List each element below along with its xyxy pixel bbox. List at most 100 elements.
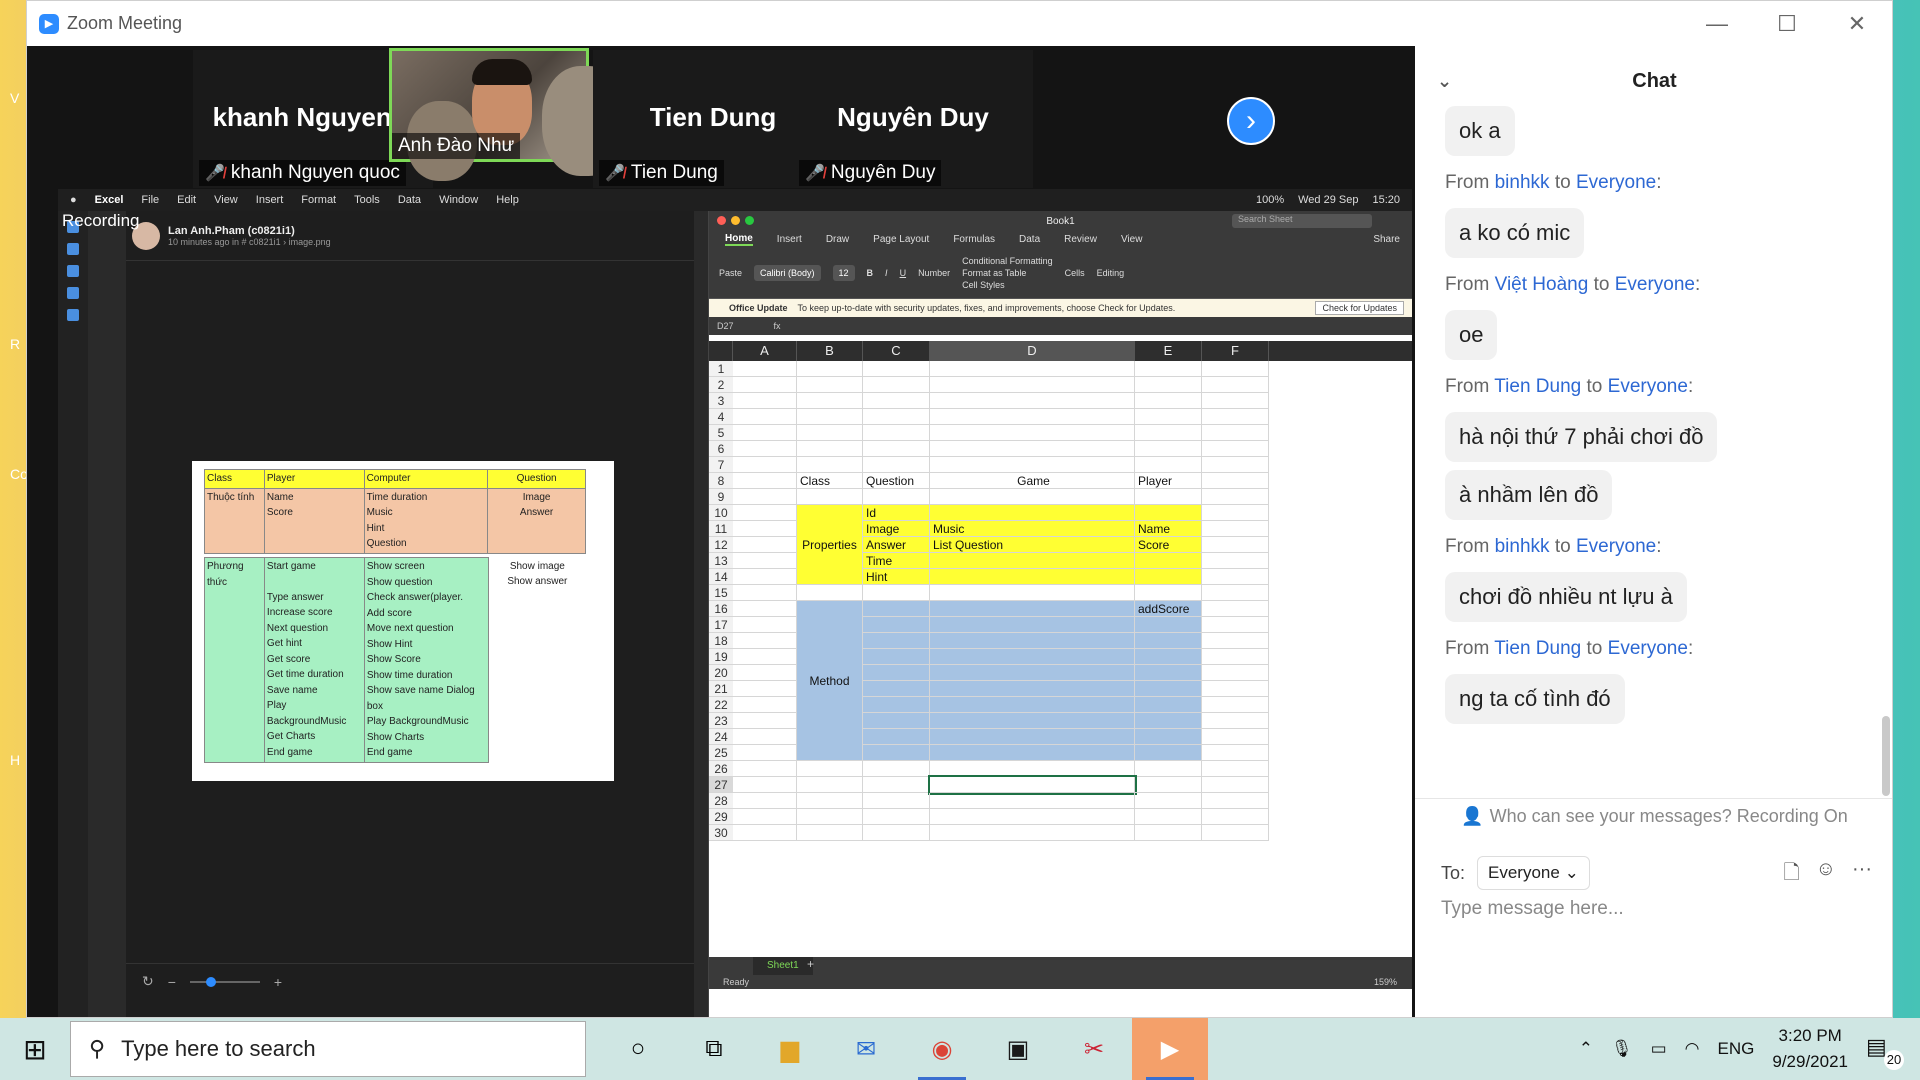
number-format-button[interactable]: Number	[918, 268, 950, 278]
font-size-select[interactable]: 12	[832, 264, 855, 281]
grid-cell[interactable]	[930, 665, 1135, 681]
grid-cell[interactable]: Score	[1135, 537, 1202, 553]
grid-cell[interactable]	[1135, 377, 1202, 393]
grid-cell[interactable]	[797, 457, 863, 473]
grid-cell[interactable]	[1202, 697, 1269, 713]
grid-cell[interactable]	[930, 489, 1135, 505]
tab-formulas[interactable]: Formulas	[953, 234, 995, 245]
cell-styles-button[interactable]: Cell Styles	[962, 280, 1053, 290]
grid-cell[interactable]	[1202, 521, 1269, 537]
grid-cell[interactable]	[930, 505, 1135, 521]
grid-cell[interactable]	[863, 793, 930, 809]
close-button[interactable]: ✕	[1822, 1, 1892, 46]
row-header[interactable]: 12	[709, 537, 733, 553]
grid-cell[interactable]	[863, 665, 930, 681]
grid-cell[interactable]	[930, 697, 1135, 713]
row-header[interactable]: 10	[709, 505, 733, 521]
zoom-slider[interactable]	[189, 976, 260, 987]
grid-cell[interactable]	[797, 585, 863, 601]
grid-cell[interactable]	[863, 777, 930, 793]
grid-cell[interactable]	[863, 377, 930, 393]
grid-cell[interactable]	[863, 617, 930, 633]
grid-cell[interactable]	[1202, 745, 1269, 761]
rotate-icon[interactable]: ↻	[142, 973, 154, 990]
tab-home[interactable]: Home	[725, 233, 753, 246]
grid-cell[interactable]	[1202, 489, 1269, 505]
add-sheet-button[interactable]: +	[807, 957, 814, 971]
file-icon[interactable]: 🗋	[1784, 858, 1800, 892]
row-header[interactable]: 11	[709, 521, 733, 537]
grid-cell[interactable]	[733, 473, 797, 489]
grid-cell[interactable]	[797, 825, 863, 841]
grid-cell[interactable]	[930, 809, 1135, 825]
tab-review[interactable]: Review	[1064, 234, 1097, 245]
grid-cell[interactable]	[1202, 409, 1269, 425]
grid-cell[interactable]	[863, 489, 930, 505]
grid-cell[interactable]	[1135, 681, 1202, 697]
recipient-name[interactable]: Everyone	[1576, 536, 1656, 557]
grid-cell[interactable]	[1135, 553, 1202, 569]
grid-cell[interactable]	[1135, 489, 1202, 505]
grid-cell[interactable]	[733, 393, 797, 409]
row-header[interactable]: 24	[709, 729, 733, 745]
grid-cell[interactable]	[733, 457, 797, 473]
column-header[interactable]: A	[733, 341, 797, 361]
grid-cell[interactable]	[733, 809, 797, 825]
grid-cell[interactable]	[733, 537, 797, 553]
recipient-name[interactable]: Everyone	[1615, 274, 1695, 295]
row-header[interactable]: 1	[709, 361, 733, 377]
close-dot-icon[interactable]	[717, 216, 726, 225]
grid-cell[interactable]	[733, 553, 797, 569]
grid-cell[interactable]	[733, 425, 797, 441]
grid-cell[interactable]	[1135, 633, 1202, 649]
grid-cell[interactable]	[733, 361, 797, 377]
select-all-corner[interactable]	[709, 341, 733, 361]
notification-icon[interactable]: ▤ 20	[1866, 1034, 1904, 1070]
grid-cell[interactable]	[863, 681, 930, 697]
grid-cell[interactable]	[863, 441, 930, 457]
recipient-name[interactable]: Everyone	[1576, 172, 1656, 193]
wifi-icon[interactable]: ◠	[1685, 1039, 1700, 1059]
grid-cell[interactable]	[1202, 425, 1269, 441]
column-header[interactable]: E	[1135, 341, 1202, 361]
recipient-name[interactable]: Everyone	[1608, 638, 1688, 659]
row-header[interactable]: 16	[709, 601, 733, 617]
grid-cell[interactable]	[930, 441, 1135, 457]
grid-cell[interactable]	[863, 425, 930, 441]
grid-cell[interactable]	[733, 745, 797, 761]
grid-cell[interactable]	[1202, 585, 1269, 601]
zoom-dot-icon[interactable]	[745, 216, 754, 225]
zoom-in-button[interactable]: +	[274, 974, 282, 990]
row-header[interactable]: 23	[709, 713, 733, 729]
grid-cell[interactable]	[1202, 537, 1269, 553]
grid-cell[interactable]	[1135, 569, 1202, 585]
grid-cell[interactable]	[797, 361, 863, 377]
grid-cell[interactable]	[930, 745, 1135, 761]
grid-cell[interactable]	[733, 585, 797, 601]
grid-cell[interactable]	[1202, 441, 1269, 457]
editing-button[interactable]: Editing	[1097, 268, 1125, 278]
chat-scrollbar[interactable]	[1882, 116, 1890, 826]
share-button[interactable]: Share	[1373, 234, 1400, 245]
row-header[interactable]: 3	[709, 393, 733, 409]
grid-cell[interactable]	[863, 713, 930, 729]
grid-cell[interactable]	[1202, 505, 1269, 521]
privacy-notice[interactable]: 👤 Who can see your messages? Recording O…	[1415, 798, 1892, 834]
row-header[interactable]: 13	[709, 553, 733, 569]
grid-cell[interactable]	[930, 425, 1135, 441]
grid-cell[interactable]	[863, 409, 930, 425]
zoom-app-icon[interactable]: ▶	[1132, 1018, 1208, 1080]
column-header[interactable]: C	[863, 341, 930, 361]
sheet-tab[interactable]: Sheet1	[753, 957, 813, 975]
grid-cell[interactable]	[1202, 665, 1269, 681]
row-header[interactable]: 19	[709, 649, 733, 665]
grid-cell[interactable]: Name	[1135, 521, 1202, 537]
grid-cell[interactable]	[863, 761, 930, 777]
grid-cell[interactable]	[930, 761, 1135, 777]
grid-cell[interactable]	[863, 633, 930, 649]
battery-icon[interactable]: ▭	[1651, 1039, 1667, 1059]
grid-cell[interactable]: Image	[863, 521, 930, 537]
grid-cell[interactable]	[863, 457, 930, 473]
row-header[interactable]: 8	[709, 473, 733, 489]
row-header[interactable]: 15	[709, 585, 733, 601]
